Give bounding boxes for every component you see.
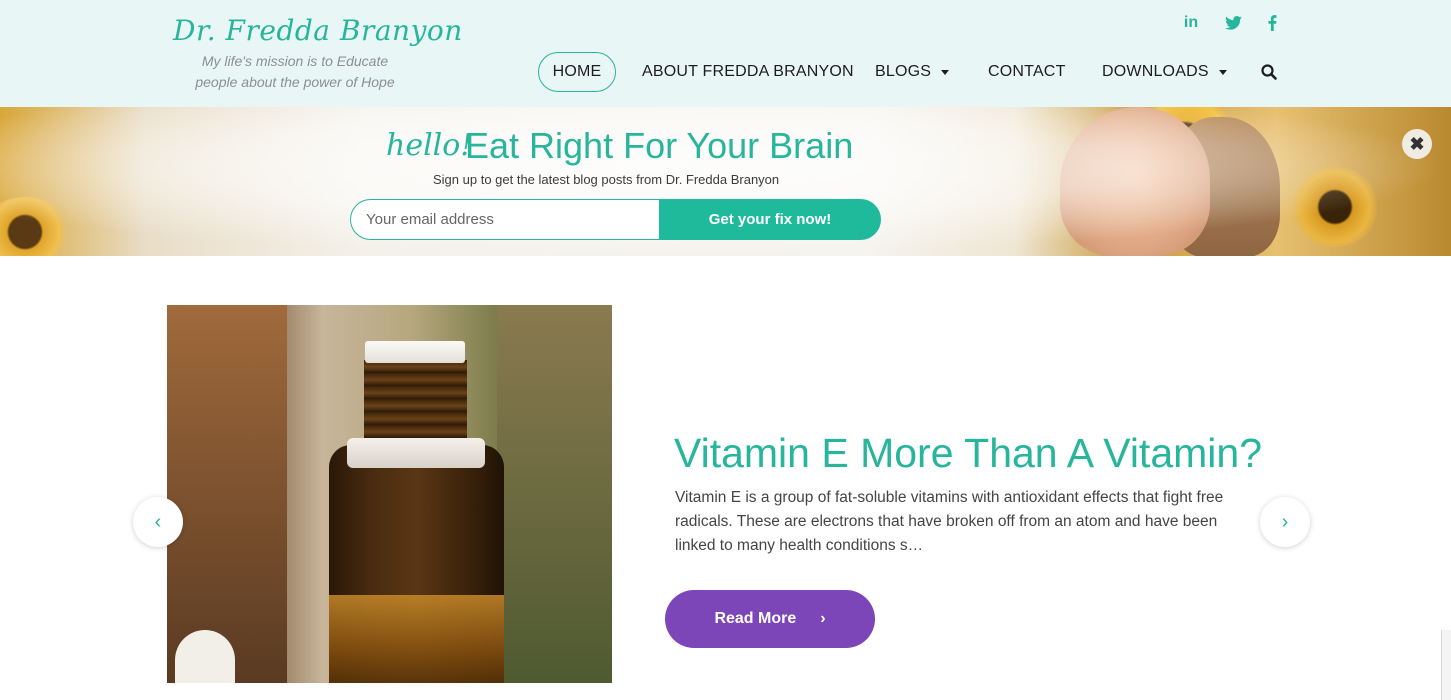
site-tagline: My life's mission is to Educate people a…	[195, 53, 395, 90]
read-more-label: Read More	[714, 610, 797, 627]
banner-title: Eat Right For Your Brain	[465, 125, 854, 166]
post-title[interactable]: Vitamin E More Than A Vitamin?	[674, 430, 1262, 477]
read-more-button[interactable]: Read More ›	[665, 590, 875, 648]
bottle-neck-shape	[364, 360, 467, 442]
linkedin-icon[interactable]: in	[1181, 13, 1201, 33]
close-icon[interactable]: ✖	[1402, 129, 1432, 159]
nav-downloads-label: DOWNLOADS	[1102, 63, 1209, 80]
site-header: Dr. Fredda Branyon My life's mission is …	[0, 0, 1451, 107]
nav-blogs-label: BLOGS	[875, 63, 932, 80]
search-icon[interactable]	[1261, 64, 1277, 80]
email-input[interactable]	[350, 199, 661, 240]
caret-down-icon	[1218, 69, 1227, 75]
caret-down-icon	[941, 69, 950, 75]
facebook-icon[interactable]	[1262, 13, 1282, 33]
nav-contact[interactable]: CONTACT	[988, 52, 1066, 92]
slider-prev-button[interactable]: ‹	[133, 497, 183, 547]
bottle-collar-shape	[347, 438, 485, 468]
banner-hello: hello!	[386, 128, 473, 163]
oil-liquid-shape	[329, 595, 504, 683]
subscribe-button[interactable]: Get your fix now!	[659, 199, 881, 240]
nav-blogs[interactable]: BLOGS	[875, 52, 950, 92]
recaptcha-badge-edge	[1441, 630, 1451, 700]
twitter-icon[interactable]	[1223, 13, 1243, 33]
site-logo[interactable]: Dr. Fredda Branyon	[173, 14, 463, 47]
nav-about[interactable]: ABOUT FREDDA BRANYON	[642, 52, 854, 92]
chevron-right-icon: ›	[820, 610, 826, 627]
slider-next-button[interactable]: ›	[1260, 497, 1310, 547]
nav-home[interactable]: HOME	[538, 52, 616, 92]
bottle-cap-shape	[365, 341, 465, 363]
image-background	[167, 305, 287, 683]
post-image[interactable]	[167, 305, 612, 683]
post-excerpt: Vitamin E is a group of fat-soluble vita…	[675, 489, 1224, 554]
banner-subtitle: Sign up to get the latest blog posts fro…	[433, 172, 780, 187]
cup-shape	[175, 630, 235, 683]
image-background	[497, 305, 612, 683]
nav-downloads[interactable]: DOWNLOADS	[1102, 52, 1227, 92]
